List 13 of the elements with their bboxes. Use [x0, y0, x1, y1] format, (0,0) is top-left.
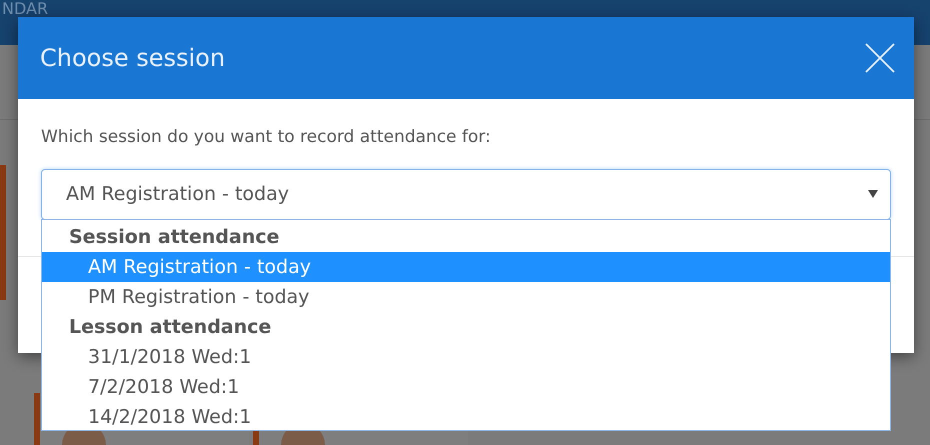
app-title: NDAR	[2, 0, 48, 18]
close-icon	[864, 42, 896, 74]
caret-icon	[868, 190, 878, 198]
dialog-title: Choose session	[40, 43, 226, 74]
dropdown-option[interactable]: 31/1/2018 Wed:1	[42, 342, 890, 372]
group-label: Session attendance	[68, 225, 280, 250]
dropdown-option[interactable]: 14/2/2018 Wed:1	[42, 402, 890, 432]
prompt-text: Which session do you want to record attendance for:	[41, 126, 492, 149]
session-select[interactable]: AM Registration - today	[41, 168, 891, 220]
group-label: Lesson attendance	[68, 315, 272, 340]
close-button[interactable]	[864, 42, 896, 74]
dropdown-option[interactable]: 7/2/2018 Wed:1	[42, 372, 890, 402]
dropdown-option[interactable]: PM Registration - today	[42, 282, 890, 312]
